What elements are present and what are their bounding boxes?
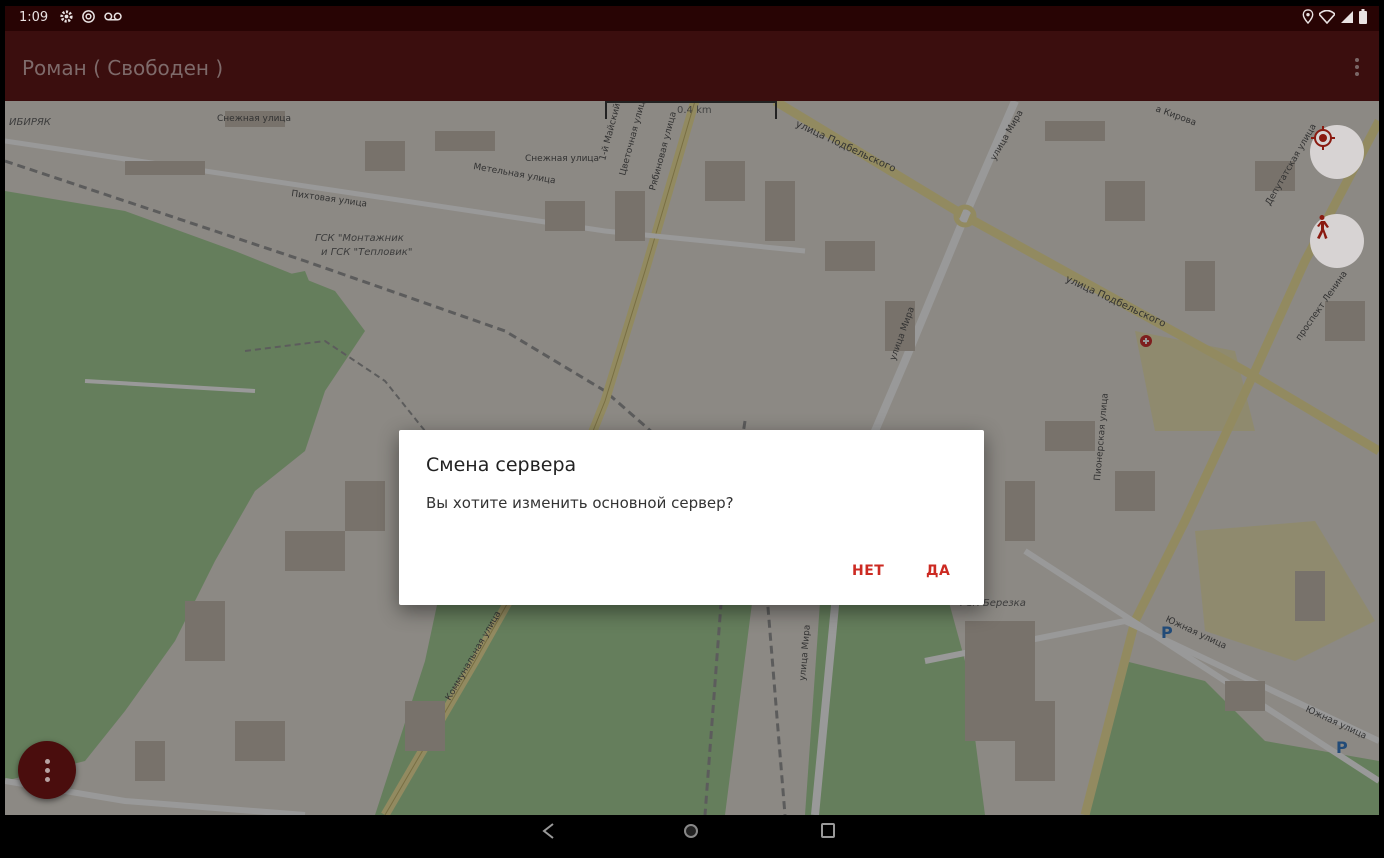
home-icon[interactable]: [684, 824, 698, 838]
change-server-dialog: Смена сервера Вы хотите изменить основно…: [399, 430, 984, 605]
parking-icon: P: [1161, 623, 1173, 642]
place-label: ИБИРЯК: [9, 117, 52, 128]
map-scale-label: 0.4 km: [677, 105, 712, 116]
location-icon: [1302, 9, 1314, 28]
status-bar: 1:09: [5, 6, 1379, 31]
map-scale-bar: 0.4 km: [605, 101, 777, 119]
walk-mode-button[interactable]: [1310, 214, 1364, 268]
app-bar: Роман ( Свободен ): [5, 31, 1379, 101]
place-label: и ГСК "Тепловик": [321, 247, 412, 258]
map-view[interactable]: Снежная улица Снежная улица Пихтовая ули…: [5, 101, 1379, 815]
overflow-menu-icon[interactable]: [1349, 55, 1365, 79]
yes-button[interactable]: ДА: [926, 563, 950, 579]
settings-icon: [59, 9, 74, 29]
back-icon[interactable]: [541, 822, 555, 844]
hospital-icon: [1140, 335, 1152, 347]
battery-icon: [1359, 9, 1367, 28]
signal-icon: [1340, 9, 1354, 28]
voicemail-icon: [103, 9, 123, 29]
recents-icon[interactable]: [821, 823, 835, 838]
dialog-message: Вы хотите изменить основной сервер?: [426, 494, 734, 512]
no-button[interactable]: НЕТ: [852, 563, 884, 579]
status-icons: [1302, 8, 1367, 29]
system-nav-bar: [5, 815, 1379, 852]
street-label: Снежная улица: [525, 154, 599, 164]
parking-icon: P: [1336, 738, 1348, 757]
dialog-title: Смена сервера: [426, 454, 577, 476]
fab-menu-button[interactable]: [18, 741, 76, 799]
my-location-button[interactable]: [1310, 125, 1364, 179]
wifi-icon: [1317, 9, 1337, 28]
cast-icon: [81, 9, 96, 29]
page-title: Роман ( Свободен ): [22, 56, 224, 80]
place-label: ГСК "Монтажник: [315, 233, 404, 244]
street-label: Снежная улица: [217, 114, 291, 124]
status-time: 1:09: [19, 10, 49, 25]
screen: 1:09 Роман ( Свободен ) Снежная улица Сн…: [5, 6, 1379, 852]
